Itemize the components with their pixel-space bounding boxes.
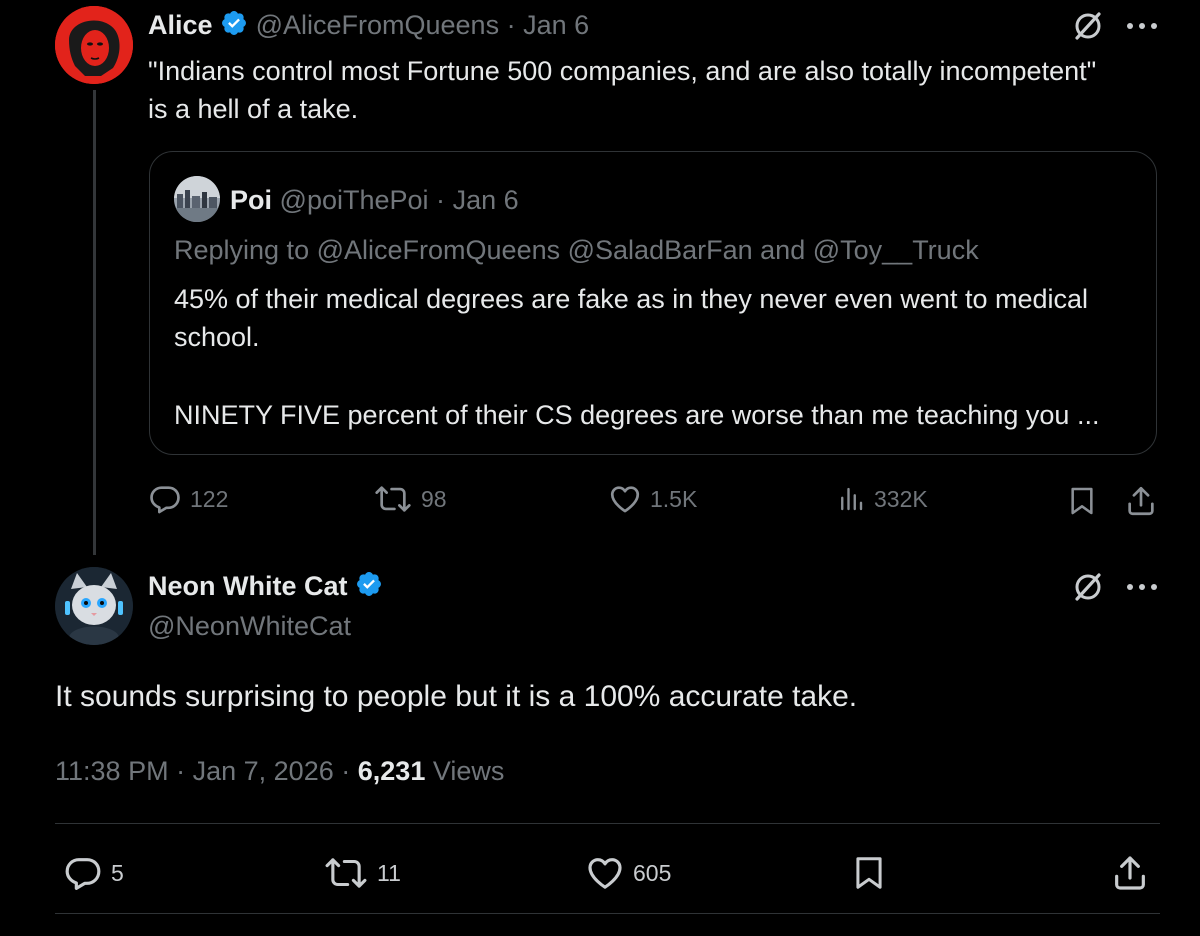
quoted-post[interactable]: Poi @poiThePoi · Jan 6 Replying to @Alic… [149, 151, 1157, 455]
alice-name[interactable]: Alice [148, 10, 213, 40]
post-time[interactable]: 11:38 PM [55, 756, 169, 786]
alice-handle[interactable]: @AliceFromQueens [256, 10, 500, 40]
poi-sep: · [436, 185, 446, 215]
bookmark-button[interactable] [1066, 484, 1098, 518]
reply-button[interactable]: 122 [148, 482, 228, 516]
alice-action-bar: 122 98 1.5K 332K [148, 482, 1160, 522]
poi-header: Poi @poiThePoi · Jan 6 [230, 184, 519, 216]
main-post: Neon White Cat @NeonWhiteCat It sounds s… [0, 555, 1200, 936]
neon-post-text: It sounds surprising to people but it is… [55, 680, 858, 713]
neon-name[interactable]: Neon White Cat [148, 571, 348, 601]
reply-mention-2[interactable]: @SaladBarFan [568, 235, 753, 265]
neon-avatar[interactable] [55, 567, 133, 645]
main-action-bar: 5 11 605 [55, 853, 1160, 893]
alice-avatar[interactable] [55, 6, 133, 84]
divider-top [55, 823, 1160, 824]
replying-to: Replying to @AliceFromQueens @SaladBarFa… [174, 234, 979, 266]
share-icon [1128, 486, 1154, 516]
repost-button[interactable]: 11 [323, 853, 401, 893]
poi-avatar[interactable] [174, 176, 220, 222]
alice-sep: · [506, 10, 516, 40]
reply-and: and [760, 235, 806, 265]
repost-count: 11 [377, 859, 401, 886]
reply-count: 122 [190, 485, 229, 512]
divider-bottom [55, 913, 1160, 914]
share-button[interactable] [1110, 853, 1150, 893]
poi-text-line3: NINETY FIVE percent of their CS degrees … [174, 400, 1100, 430]
like-icon [585, 853, 625, 893]
post-date[interactable]: Jan 7, 2026 [193, 756, 334, 786]
poi-date[interactable]: Jan 6 [453, 185, 519, 215]
views-button[interactable]: 332K [836, 482, 928, 516]
reply-mention-3[interactable]: @Toy__Truck [813, 235, 979, 265]
alice-date[interactable]: Jan 6 [523, 10, 589, 40]
repost-button[interactable]: 98 [373, 482, 447, 516]
reply-icon [63, 853, 103, 893]
like-count: 605 [633, 859, 672, 886]
views-count: 332K [874, 485, 928, 512]
grok-icon[interactable] [1072, 571, 1104, 603]
views-count[interactable]: 6,231 [358, 756, 426, 786]
thread-line [93, 90, 96, 555]
verified-icon [355, 570, 383, 606]
reply-count: 5 [111, 859, 124, 886]
repost-icon [373, 482, 413, 516]
like-icon [608, 482, 642, 516]
alice-post-text: "Indians control most Fortune 500 compan… [148, 52, 1188, 128]
neon-name-row: Neon White Cat [148, 569, 383, 606]
like-count: 1.5K [650, 485, 698, 512]
poi-handle[interactable]: @poiThePoi [280, 185, 429, 215]
post-meta: 11:38 PM · Jan 7, 2026 · 6,231 Views [55, 754, 504, 788]
like-button[interactable]: 605 [585, 853, 671, 893]
replying-prefix: Replying to [174, 235, 310, 265]
alice-text-line2: is a hell of a take. [148, 94, 359, 124]
neon-handle[interactable]: @NeonWhiteCat [148, 609, 351, 643]
meta-sep-2: · [341, 756, 351, 786]
share-icon [1115, 856, 1145, 890]
more-icon[interactable] [1126, 583, 1158, 591]
parent-post: Alice @AliceFromQueens · Jan 6 "Indians … [0, 0, 1200, 555]
like-button[interactable]: 1.5K [608, 482, 697, 516]
poi-text-line1: 45% of their medical degrees are fake as… [174, 284, 1089, 314]
verified-icon [220, 9, 248, 45]
poi-text: 45% of their medical degrees are fake as… [174, 280, 1144, 434]
alice-text-line1: "Indians control most Fortune 500 compan… [148, 56, 1097, 86]
share-button[interactable] [1124, 484, 1158, 518]
bookmark-button[interactable] [850, 853, 888, 893]
views-label: Views [432, 756, 505, 786]
meta-sep-1: · [176, 756, 186, 786]
bookmark-icon [856, 857, 882, 889]
views-icon [836, 482, 866, 516]
reply-mention-1[interactable]: @AliceFromQueens [317, 235, 561, 265]
reply-icon [148, 482, 182, 516]
poi-name[interactable]: Poi [230, 185, 272, 215]
reply-button[interactable]: 5 [63, 853, 124, 893]
bookmark-icon [1071, 487, 1093, 515]
poi-text-line2: school. [174, 322, 260, 352]
alice-header: Alice @AliceFromQueens · Jan 6 [148, 8, 589, 45]
repost-icon [323, 853, 369, 893]
repost-count: 98 [421, 485, 447, 512]
more-icon[interactable] [1126, 22, 1158, 30]
grok-icon[interactable] [1072, 10, 1104, 42]
